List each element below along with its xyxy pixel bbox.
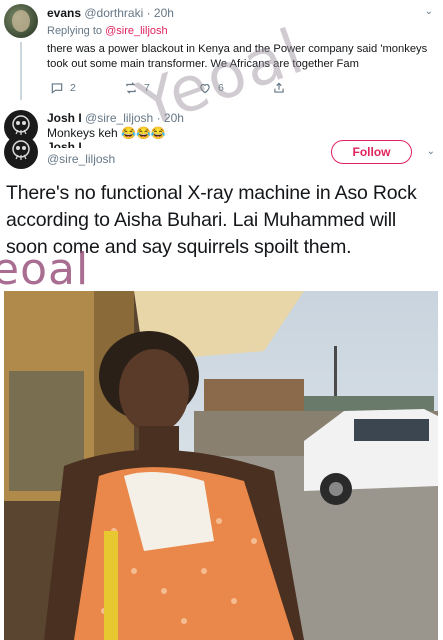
- reply-button[interactable]: 2: [50, 81, 124, 95]
- thread-connector: [20, 42, 22, 100]
- watermark-side: eoal: [0, 244, 90, 295]
- chevron-down-icon[interactable]: ⌄: [427, 146, 435, 157]
- avatar[interactable]: [4, 4, 38, 38]
- chevron-down-icon[interactable]: ⌄: [425, 6, 433, 17]
- author-name[interactable]: Josh I: [47, 111, 82, 125]
- avatar[interactable]: [4, 135, 38, 169]
- replying-to-label: Replying to: [47, 25, 103, 37]
- skull-icon: [12, 140, 30, 160]
- tweet-time[interactable]: · 20h: [147, 6, 174, 20]
- author-name[interactable]: evans: [47, 6, 81, 20]
- follow-button[interactable]: Follow: [331, 140, 412, 164]
- author-name[interactable]: Josh I: [47, 141, 82, 148]
- photo-illustration: [4, 291, 438, 640]
- reply-count: 2: [70, 82, 76, 94]
- tweet-photo[interactable]: [4, 291, 438, 640]
- author-handle[interactable]: @dorthraki: [84, 6, 143, 20]
- tweet-header: evans @dorthraki · 20h: [47, 6, 174, 20]
- reply-icon: [51, 83, 63, 94]
- author-handle[interactable]: @sire_liljosh: [47, 152, 115, 166]
- replying-to: Replying to @sire_liljosh: [47, 25, 168, 37]
- reply-to-mention[interactable]: @sire_liljosh: [105, 25, 168, 37]
